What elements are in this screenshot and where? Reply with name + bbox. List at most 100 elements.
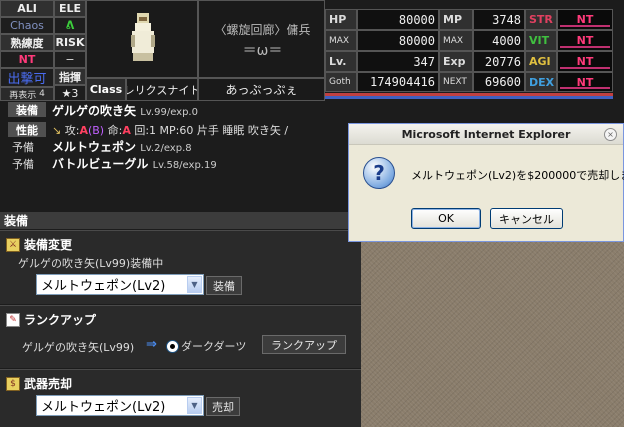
equip-change-selected: メルトウェポン(Lv2) (41, 279, 166, 294)
level-value: 347 (357, 51, 439, 72)
equip-section-header: 装備 (0, 212, 361, 229)
equip-change-icon: ⚔ (6, 237, 20, 252)
cancel-button[interactable]: キャンセル (490, 208, 563, 229)
weapon-level: Lv.99/exp.0 (140, 107, 198, 118)
spare1-level: Lv.2/exp.8 (140, 143, 192, 154)
perf-hit-rank: A (122, 124, 131, 137)
sell-panel: $ 武器売却 メルトウェポン(Lv2) ▼ 売却 (0, 369, 361, 427)
rankup-panel: ✎ ランクアップ ゲルゲの吹き矢(Lv99) ⇒ ダークダーツ ランクアップ (0, 305, 361, 368)
dialog-title: Microsoft Internet Explorer (349, 124, 623, 145)
dialog-message: メルトウェポン(Lv2)を$200000で売却します (411, 169, 624, 182)
sell-button[interactable]: 売却 (206, 397, 240, 416)
spare-label-1: 予備 (12, 141, 34, 154)
knight-sprite-icon (131, 13, 155, 61)
vit-value: NT (557, 30, 613, 51)
element-value: ᕕ (54, 17, 86, 34)
character-face: ＝ω＝ (242, 43, 283, 59)
next-value: 69600 (473, 72, 525, 92)
perf-attack-sub: (B) (87, 124, 105, 137)
spare2-name: バトルビューグル (52, 157, 149, 171)
str-value: NT (557, 9, 613, 30)
redisplay-label: 再表示 (9, 90, 37, 101)
proficiency-value: NT (0, 51, 54, 68)
exp-value: 20776 (473, 51, 525, 72)
equip-change-heading: ⚔ 装備変更 (6, 236, 72, 253)
mp-value: 3748 (473, 9, 525, 30)
risk-value: − (54, 51, 86, 68)
equip-change-select[interactable]: メルトウェポン(Lv2) ▼ (36, 274, 204, 295)
agi-value: NT (557, 51, 613, 72)
alignment-value: Chaos (0, 17, 54, 34)
green-crest-icon: ᕕ (65, 19, 75, 32)
equip-row-label: 装備 (8, 102, 46, 117)
perf-attack-label: 攻: (64, 124, 80, 137)
max-mp-value: 4000 (473, 30, 525, 51)
dart-icon: ↘ (52, 124, 62, 137)
redisplay-count: 4 (39, 89, 45, 99)
weapon-name-text: ゲルゲの吹き矢 (52, 104, 137, 118)
spare-weapon-1: メルトウェポン Lv.2/exp.8 (52, 138, 192, 155)
perf-hit-label: 命: (107, 124, 123, 137)
character-affiliation: 〈螺旋回廊〉傭兵 (214, 23, 311, 37)
equip-change-panel: ⚔ 装備変更 ゲルゲの吹き矢(Lv99)装備中 メルトウェポン(Lv2) ▼ 装… (0, 230, 361, 304)
equip-change-title: 装備変更 (24, 238, 73, 252)
class-name: レリクスナイト (126, 78, 198, 101)
rankup-title: ランクアップ (24, 313, 97, 327)
ok-button[interactable]: OK (411, 208, 481, 229)
rankup-icon: ✎ (6, 312, 20, 327)
agi-label: AGI (525, 51, 557, 72)
next-label: NEXT (439, 72, 473, 92)
chevron-down-icon[interactable]: ▼ (187, 397, 202, 414)
rankup-option-label: ダークダーツ (181, 340, 247, 353)
mp-gauge (325, 96, 613, 99)
background-texture (361, 242, 624, 427)
question-icon: ? (363, 157, 395, 189)
max-mp-label: MAX (439, 30, 473, 51)
sell-icon: $ (6, 376, 20, 391)
equip-change-description: ゲルゲの吹き矢(Lv99)装備中 (18, 257, 164, 270)
rankup-description: ゲルゲの吹き矢(Lv99) (22, 341, 135, 354)
confirm-dialog: Microsoft Internet Explorer × ? メルトウェポン(… (348, 123, 624, 242)
str-label: STR (525, 9, 557, 30)
mp-label: MP (439, 9, 473, 30)
goth-value: 174904416 (357, 72, 439, 92)
dex-value: NT (557, 72, 613, 92)
max-hp-value: 80000 (357, 30, 439, 51)
class-label: Class (86, 78, 126, 101)
rankup-option[interactable]: ダークダーツ (166, 338, 246, 354)
command-label: 指揮 (54, 68, 86, 85)
sortie-status: 出撃可 (0, 68, 54, 87)
spare-label-2: 予備 (12, 158, 34, 171)
risk-label: RISK (54, 34, 86, 51)
proficiency-label: 熟練度 (0, 34, 54, 51)
chevron-down-icon[interactable]: ▼ (187, 276, 202, 293)
weapon-performance: ↘ 攻:A(B) 命:A 回:1 MP:60 片手 睡眠 吹き矢 / (52, 122, 288, 138)
character-name: あっぷっぷぇ (198, 78, 325, 101)
sell-selected: メルトウェポン(Lv2) (41, 400, 166, 415)
equipped-weapon-name: ゲルゲの吹き矢 Lv.99/exp.0 (52, 102, 198, 119)
character-portrait (86, 0, 198, 78)
spare1-name: メルトウェポン (52, 140, 137, 154)
max-hp-label: MAX (325, 30, 357, 51)
sell-title: 武器売却 (24, 377, 73, 391)
perf-details: 回:1 MP:60 片手 睡眠 吹き矢 / (134, 124, 289, 137)
sell-heading: $ 武器売却 (6, 375, 72, 392)
redisplay-link[interactable]: 再表示 4 (0, 87, 54, 101)
rankup-heading: ✎ ランクアップ (6, 311, 96, 328)
spare2-level: Lv.58/exp.19 (152, 160, 217, 171)
performance-row-label: 性能 (8, 122, 46, 137)
rankup-arrow-icon: ⇒ (146, 337, 157, 352)
level-label: Lv. (325, 51, 357, 72)
spare-weapon-2: バトルビューグル Lv.58/exp.19 (52, 155, 217, 172)
radio-selected-icon[interactable] (166, 339, 179, 353)
close-icon[interactable]: × (604, 128, 617, 141)
vit-label: VIT (525, 30, 557, 51)
exp-label: Exp (439, 51, 473, 72)
equip-button[interactable]: 装備 (206, 276, 242, 295)
command-value: ★3 (54, 85, 86, 101)
rankup-button[interactable]: ランクアップ (262, 335, 346, 354)
sell-select[interactable]: メルトウェポン(Lv2) ▼ (36, 395, 204, 416)
hp-value: 80000 (357, 9, 439, 30)
perf-attack-rank: A (79, 124, 88, 137)
ele-label: ELE (54, 0, 86, 17)
